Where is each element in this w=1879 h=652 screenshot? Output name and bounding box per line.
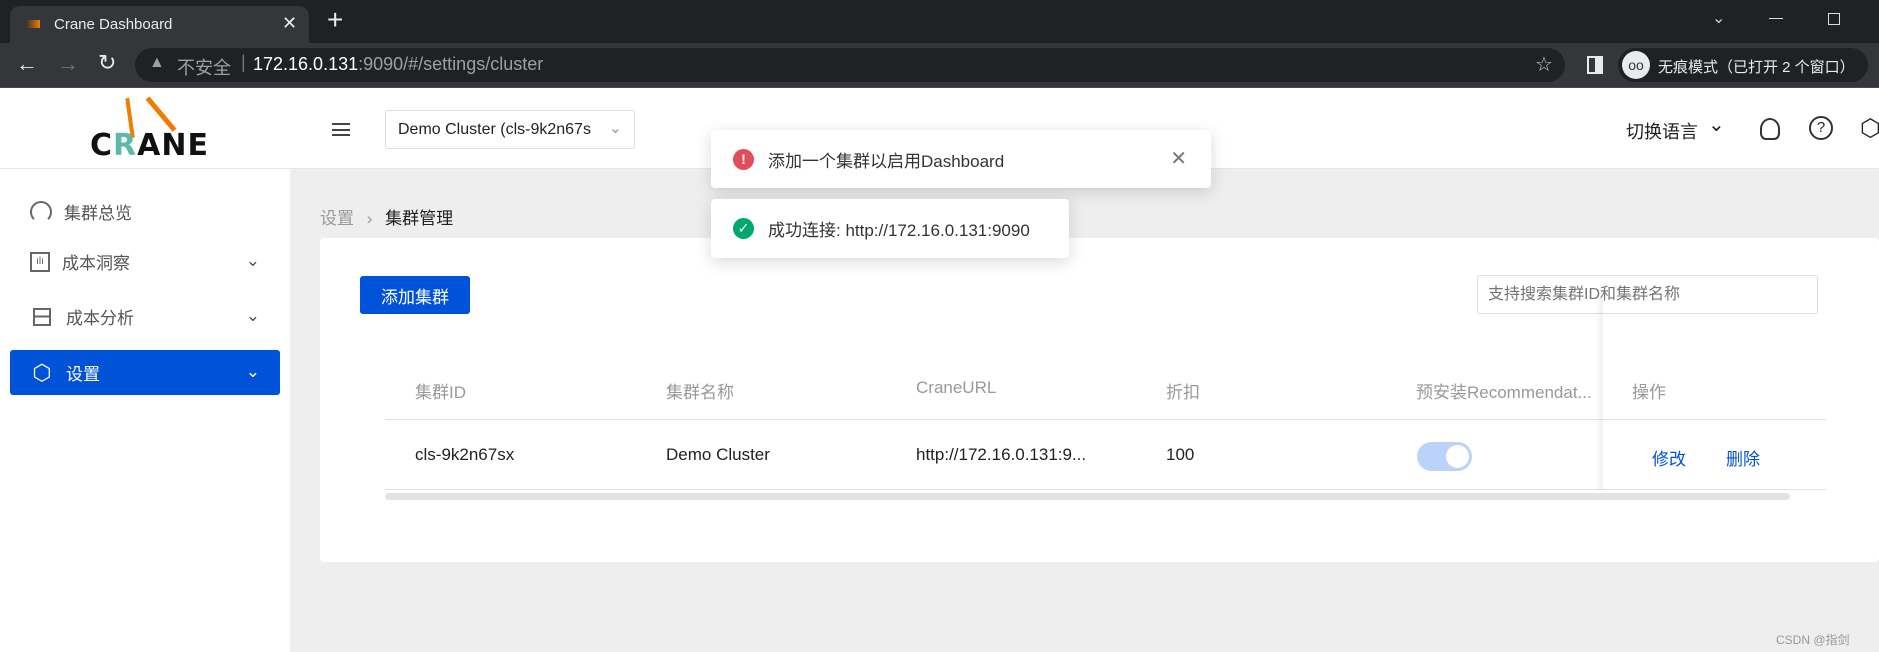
cell-name: Demo Cluster	[666, 445, 770, 464]
table-row	[385, 420, 1826, 490]
security-label: 不安全	[177, 58, 231, 78]
forward-icon[interactable]: →	[57, 51, 79, 77]
column-header-preinstall: 预安装Recommendat...	[1416, 383, 1592, 402]
url-input[interactable]: ▲ 不安全 | 172.16.0.131:9090/#/settings/clu…	[135, 48, 1565, 82]
cluster-table: 集群ID 集群名称 CraneURL 折扣 预安装Recommendat... …	[385, 238, 1826, 562]
new-tab-icon[interactable]: +	[327, 4, 343, 36]
help-icon[interactable]: ?	[1809, 116, 1833, 140]
minimize-icon[interactable]	[1769, 18, 1783, 19]
chevron-down-icon[interactable]: ⌄	[1708, 112, 1725, 137]
tab-search-icon[interactable]: ⌄	[1712, 8, 1725, 28]
column-header-actions: 操作	[1632, 383, 1666, 402]
restore-icon[interactable]	[1828, 13, 1840, 25]
tab-title: Crane Dashboard	[54, 16, 173, 33]
url-host: 172.16.0.131	[253, 54, 359, 74]
dashboard-gauge-icon	[30, 200, 52, 223]
sidebar: 集群总览 ılı 成本洞察 ⌄ 成本分析 ⌄ ⬡ 设置 ⌄	[0, 169, 290, 652]
back-icon[interactable]: ←	[16, 51, 38, 77]
crane-logo[interactable]: CRANE	[90, 96, 208, 163]
close-icon[interactable]: ✕	[1170, 146, 1187, 171]
menu-toggle-icon[interactable]	[332, 123, 350, 136]
cell-discount: 100	[1166, 445, 1195, 464]
divider: |	[241, 52, 246, 72]
chevron-down-icon: ⌄	[245, 306, 260, 325]
breadcrumb-separator: ›	[366, 209, 373, 228]
address-bar-row: ← → ↻ ▲ 不安全 | 172.16.0.131:9090/#/settin…	[0, 43, 1879, 88]
side-panel-icon[interactable]	[1587, 56, 1603, 74]
column-header-id: 集群ID	[415, 383, 466, 402]
chart-bar-icon: ılı	[30, 251, 50, 272]
fixed-column-shadow	[1595, 298, 1603, 490]
check-icon: ✓	[733, 218, 754, 239]
sidebar-item-overview[interactable]: 集群总览	[10, 189, 280, 234]
preinstall-toggle[interactable]	[1417, 442, 1472, 471]
cell-url: http://172.16.0.131:9...	[916, 445, 1087, 464]
breadcrumb-parent[interactable]: 设置	[320, 209, 354, 228]
sidebar-item-cost-insight[interactable]: ılı 成本洞察 ⌄	[10, 239, 280, 284]
github-icon[interactable]	[1760, 118, 1780, 140]
error-icon: !	[733, 148, 754, 170]
column-header-discount: 折扣	[1166, 383, 1200, 402]
gear-icon: ⬡	[32, 359, 52, 385]
bookmark-star-icon[interactable]: ☆	[1535, 52, 1553, 77]
cluster-select[interactable]: Demo Cluster (cls-9k2n67s ⌄	[385, 110, 635, 149]
reload-icon[interactable]: ↻	[98, 50, 116, 76]
sidebar-item-label: 集群总览	[64, 204, 132, 223]
chevron-down-icon: ⌄	[245, 251, 260, 270]
layers-icon	[30, 305, 54, 329]
column-header-url: CraneURL	[916, 378, 997, 397]
horizontal-scrollbar[interactable]	[385, 493, 1790, 500]
sidebar-item-label: 成本分析	[66, 309, 134, 328]
chevron-down-icon: ⌄	[608, 120, 622, 137]
chevron-down-icon: ⌄	[245, 362, 260, 381]
toast-message: 添加一个集群以启用Dashboard	[768, 151, 1005, 171]
sidebar-item-cost-analysis[interactable]: 成本分析 ⌄	[10, 294, 280, 339]
settings-icon[interactable]: ⬡	[1860, 114, 1879, 143]
sidebar-item-settings[interactable]: ⬡ 设置 ⌄	[10, 350, 280, 395]
warning-icon: ▲	[149, 54, 165, 71]
url-text: 172.16.0.131:9090/#/settings/cluster	[253, 54, 543, 75]
favicon-icon	[26, 20, 40, 28]
browser-tab[interactable]: Crane Dashboard ✕	[10, 6, 309, 43]
toast-message: 成功连接: http://172.16.0.131:9090	[768, 221, 1030, 240]
cluster-select-value: Demo Cluster (cls-9k2n67s	[398, 121, 591, 138]
delete-link[interactable]: 删除	[1726, 445, 1760, 470]
cluster-management-card: 添加集群 集群ID 集群名称 CraneURL 折扣 预安装Recommenda…	[320, 238, 1879, 562]
url-path: :9090/#/settings/cluster	[358, 54, 544, 74]
incognito-label: 无痕模式（已打开 2 个窗口）	[1658, 59, 1855, 76]
watermark: CSDN @指剑	[1776, 633, 1850, 647]
breadcrumb-current: 集群管理	[385, 209, 454, 228]
cell-id: cls-9k2n67sx	[415, 445, 515, 464]
success-toast: ✓ 成功连接: http://172.16.0.131:9090	[711, 199, 1069, 258]
edit-link[interactable]: 修改	[1652, 445, 1686, 470]
language-switch[interactable]: 切换语言	[1626, 118, 1698, 144]
error-toast: ! 添加一个集群以启用Dashboard ✕	[711, 130, 1211, 188]
sidebar-item-label: 设置	[66, 365, 100, 384]
incognito-icon: oo	[1622, 51, 1650, 79]
browser-tab-bar: Crane Dashboard ✕ + ⌄	[0, 0, 1879, 43]
breadcrumb: 设置 › 集群管理	[320, 204, 453, 229]
sidebar-item-label: 成本洞察	[62, 254, 130, 273]
column-header-name: 集群名称	[666, 383, 734, 402]
incognito-badge[interactable]: oo 无痕模式（已打开 2 个窗口）	[1618, 48, 1868, 82]
close-tab-icon[interactable]: ✕	[282, 13, 297, 34]
